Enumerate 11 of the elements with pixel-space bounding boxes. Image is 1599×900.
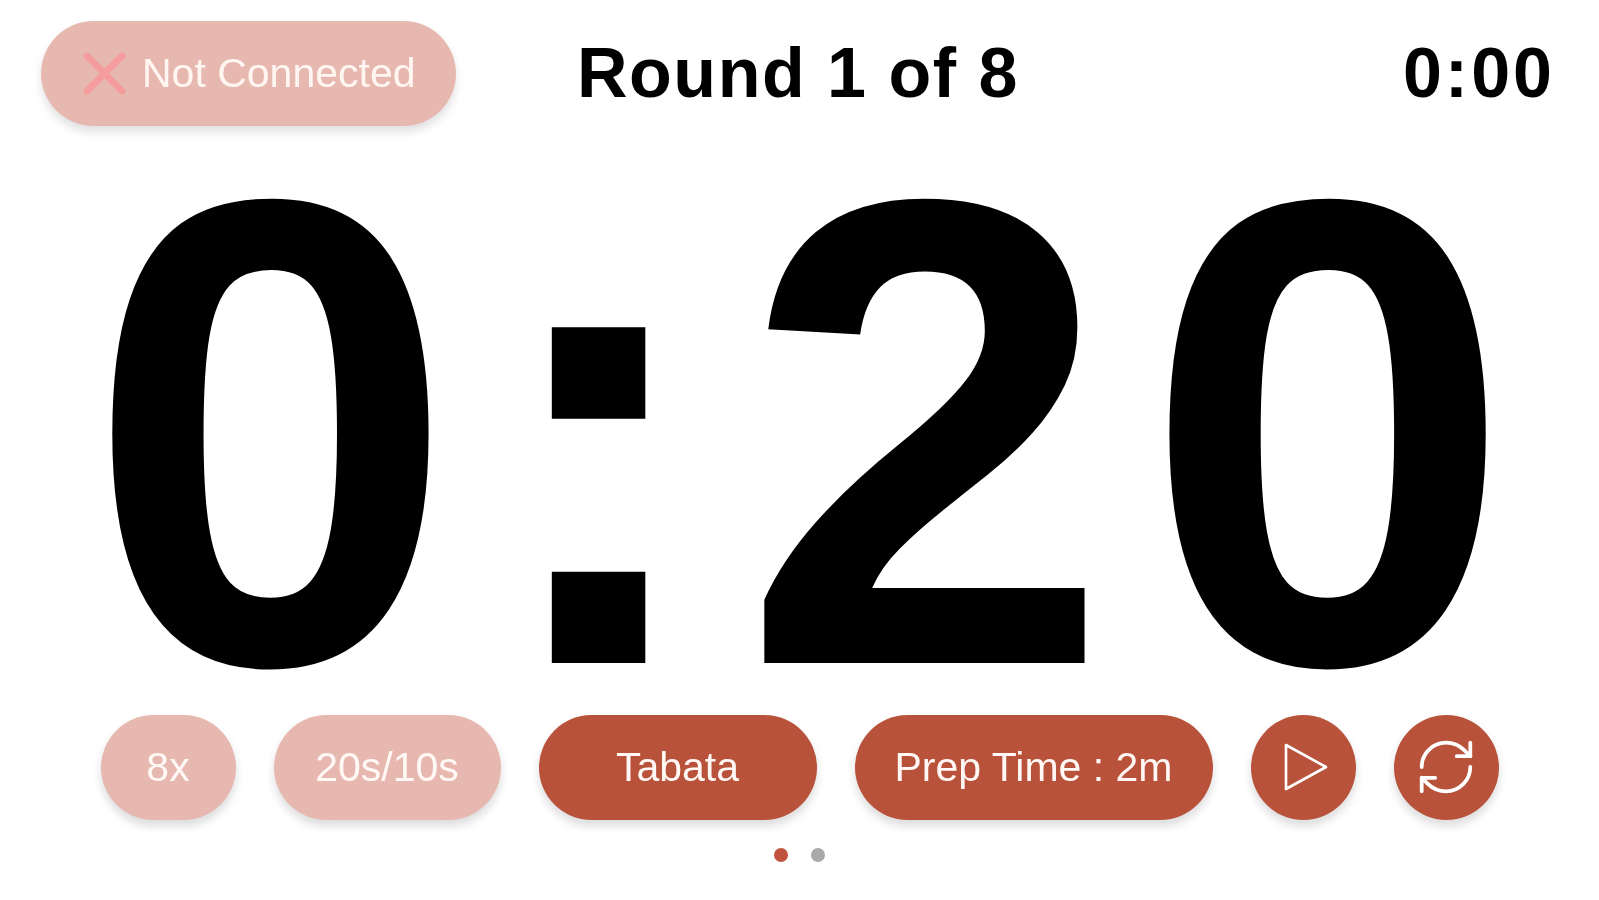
elapsed-time: 0:00 [1402, 35, 1555, 112]
preset-button[interactable]: Tabata [538, 714, 817, 820]
round-counter: Round 1 of 8 [577, 35, 1019, 112]
x-icon [83, 52, 126, 95]
play-icon [1284, 743, 1328, 792]
refresh-icon [1419, 740, 1473, 795]
preset-button[interactable]: Prep Time : 2m [854, 714, 1213, 820]
page-dot[interactable] [811, 847, 825, 862]
page-dot[interactable] [774, 847, 788, 862]
connection-status-label: Not Connected [142, 48, 416, 98]
countdown-timer: 0:20 [86, 174, 1545, 693]
